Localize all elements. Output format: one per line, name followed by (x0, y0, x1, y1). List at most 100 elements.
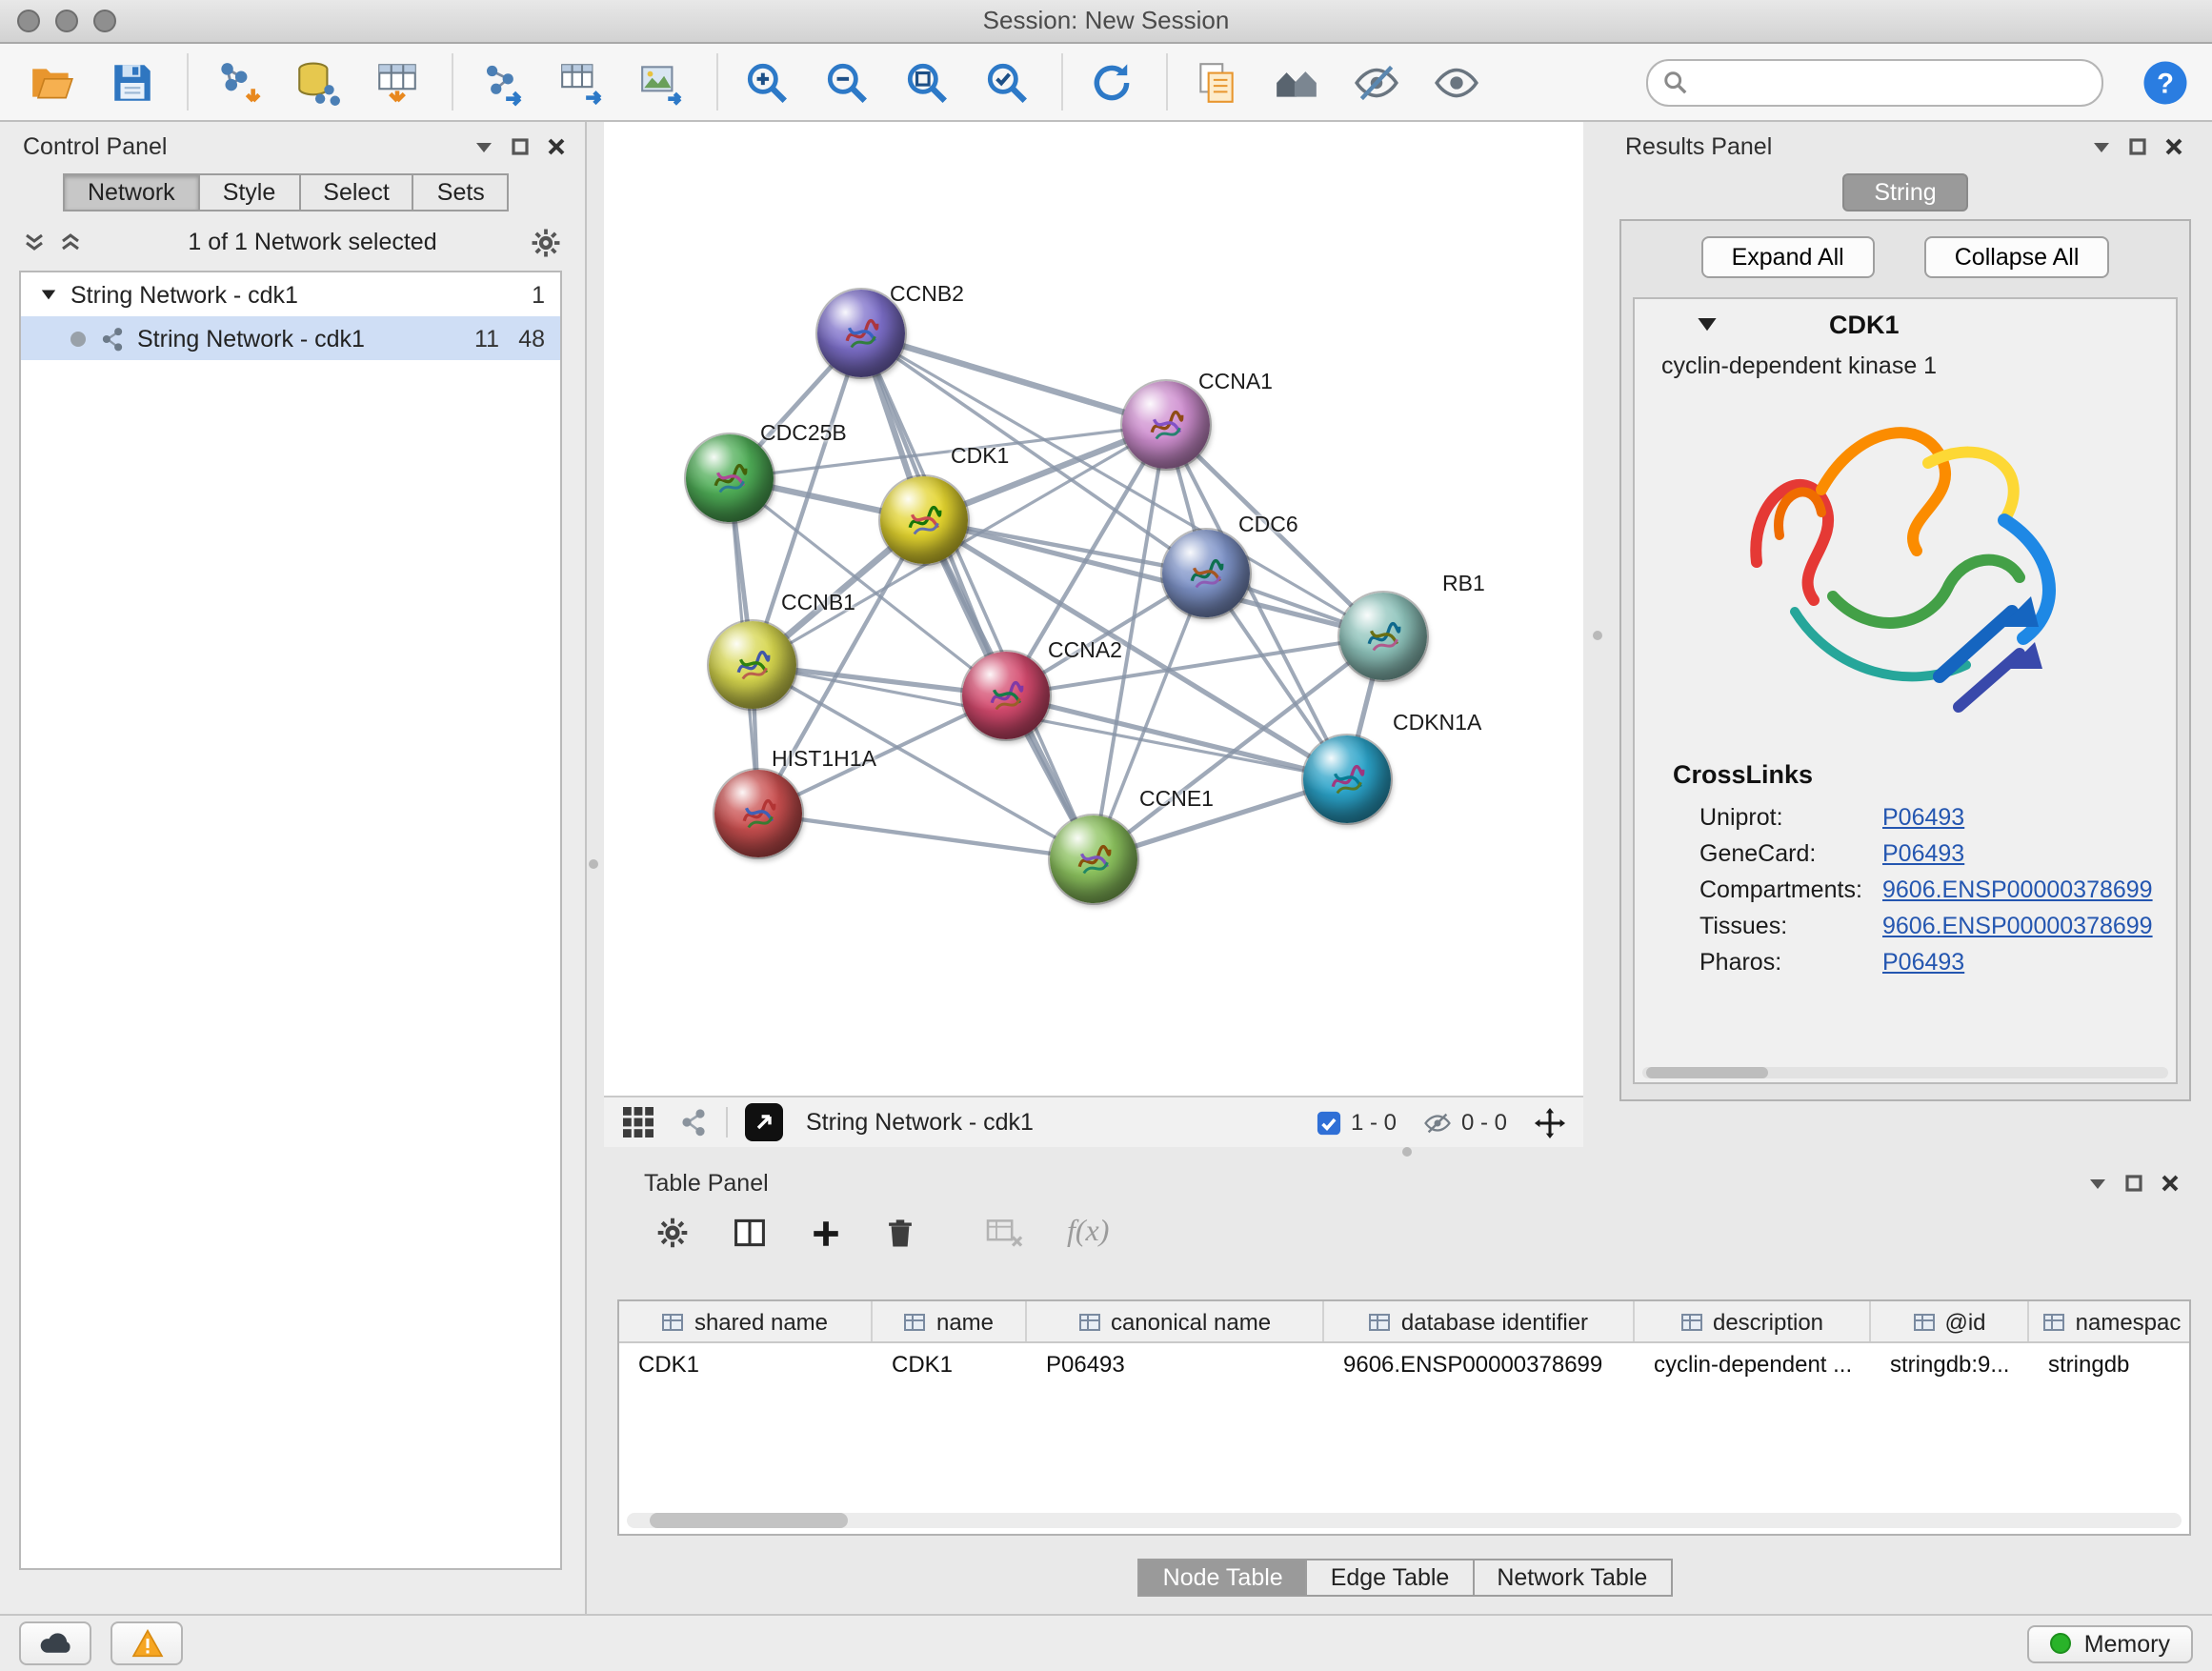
expand-all-icon[interactable] (59, 231, 82, 253)
tree-caret-icon[interactable] (40, 286, 57, 303)
network-edge-ccna2-cdkn1a[interactable] (1006, 695, 1347, 779)
memory-button[interactable]: Memory (2027, 1624, 2193, 1662)
tab-node-table[interactable]: Node Table (1138, 1559, 1308, 1597)
crosslink-link[interactable]: P06493 (1882, 948, 1964, 975)
table-cell[interactable]: stringdb (2029, 1351, 2191, 1378)
import-network-file-icon[interactable] (208, 53, 265, 111)
export-image-icon[interactable] (633, 53, 690, 111)
show-all-icon[interactable] (1427, 53, 1484, 111)
column-header-description[interactable]: description (1635, 1301, 1871, 1341)
network-edge-ccnb2-ccna1[interactable] (861, 333, 1166, 425)
cloud-button[interactable] (19, 1621, 91, 1665)
zoom-out-icon[interactable] (817, 53, 875, 111)
results-horizontal-scrollbar[interactable] (1642, 1067, 2168, 1078)
open-session-icon[interactable] (23, 53, 80, 111)
tab-string[interactable]: String (1841, 172, 1968, 211)
maximize-window-button[interactable] (93, 10, 116, 32)
hide-selected-icon[interactable] (1347, 53, 1404, 111)
float-panel-icon[interactable] (511, 137, 530, 156)
copy-icon[interactable] (1187, 53, 1244, 111)
network-node-ccnb1[interactable] (709, 621, 796, 709)
table-row[interactable]: CDK1CDK1P064939606.ENSP00000378699cyclin… (619, 1343, 2189, 1385)
column-header-shared-name[interactable]: shared name (619, 1301, 873, 1341)
birdseye-view-button[interactable] (745, 1103, 783, 1141)
table-cell[interactable]: P06493 (1027, 1351, 1324, 1378)
network-node-cdkn1a[interactable] (1303, 735, 1391, 823)
refresh-icon[interactable] (1082, 53, 1139, 111)
tab-select[interactable]: Select (298, 173, 414, 211)
gear-icon[interactable] (530, 226, 562, 258)
crosslink-link[interactable]: P06493 (1882, 803, 1964, 830)
float-panel-icon[interactable] (2124, 1174, 2143, 1193)
table-horizontal-scrollbar[interactable] (627, 1513, 2182, 1528)
table-cell[interactable]: CDK1 (619, 1351, 873, 1378)
tab-sets[interactable]: Sets (412, 173, 510, 211)
search-input[interactable] (1698, 62, 2086, 102)
float-panel-icon[interactable] (2128, 137, 2147, 156)
import-table-file-icon[interactable] (368, 53, 425, 111)
add-column-icon[interactable] (810, 1217, 842, 1249)
close-window-button[interactable] (17, 10, 40, 32)
import-network-database-icon[interactable] (288, 53, 345, 111)
network-edge-ccne1-hist1h1a[interactable] (758, 814, 1094, 859)
bottom-splitter-handle[interactable] (1402, 1147, 1412, 1157)
column-header-namespac[interactable]: namespac (2029, 1301, 2191, 1341)
network-node-cdc6[interactable] (1162, 530, 1250, 617)
network-row[interactable]: String Network - cdk1 11 48 (21, 316, 560, 360)
panel-menu-icon[interactable] (474, 137, 493, 156)
left-splitter-handle[interactable] (589, 859, 598, 869)
table-cell[interactable]: cyclin-dependent ... (1635, 1351, 1871, 1378)
collapse-all-button[interactable]: Collapse All (1924, 236, 2110, 278)
table-cell[interactable]: CDK1 (873, 1351, 1027, 1378)
collapse-section-icon[interactable] (1696, 312, 1719, 335)
network-node-rb1[interactable] (1339, 593, 1427, 680)
export-table-icon[interactable] (553, 53, 610, 111)
column-header-name[interactable]: name (873, 1301, 1027, 1341)
network-collection-row[interactable]: String Network - cdk1 1 (21, 272, 560, 316)
delete-column-icon[interactable] (884, 1216, 916, 1250)
save-session-icon[interactable] (103, 53, 160, 111)
network-canvas[interactable]: CCNB2CCNA1CDC25BCDK1CDC6RB1CCNB1CCNA2CDK… (604, 122, 1583, 1096)
table-cell[interactable]: 9606.ENSP00000378699 (1324, 1351, 1635, 1378)
zoom-selected-icon[interactable] (977, 53, 1035, 111)
collapse-all-icon[interactable] (23, 231, 46, 253)
close-panel-icon[interactable] (2161, 1174, 2180, 1193)
network-node-ccna1[interactable] (1122, 381, 1210, 469)
grid-view-icon[interactable] (621, 1105, 655, 1139)
home-view-icon[interactable] (1267, 53, 1324, 111)
close-panel-icon[interactable] (2164, 137, 2183, 156)
network-node-ccne1[interactable] (1050, 815, 1137, 903)
network-node-ccna2[interactable] (962, 652, 1050, 739)
warnings-button[interactable] (111, 1621, 183, 1665)
panel-menu-icon[interactable] (2092, 137, 2111, 156)
network-node-hist1h1a[interactable] (714, 770, 802, 857)
tab-network[interactable]: Network (63, 173, 200, 211)
crosslink-link[interactable]: 9606.ENSP00000378699 (1882, 912, 2153, 938)
crosslink-link[interactable]: 9606.ENSP00000378699 (1882, 876, 2153, 902)
network-node-cdk1[interactable] (880, 476, 968, 564)
table-settings-gear-icon[interactable] (655, 1216, 690, 1250)
zoom-in-icon[interactable] (737, 53, 794, 111)
tab-network-table[interactable]: Network Table (1472, 1559, 1672, 1597)
show-columns-icon[interactable] (732, 1216, 768, 1250)
column-header-canonical-name[interactable]: canonical name (1027, 1301, 1324, 1341)
close-panel-icon[interactable] (547, 137, 566, 156)
expand-all-button[interactable]: Expand All (1701, 236, 1875, 278)
table-cell[interactable]: stringdb:9... (1871, 1351, 2029, 1378)
selected-checkbox-icon[interactable] (1317, 1110, 1341, 1135)
minimize-window-button[interactable] (55, 10, 78, 32)
column-header--id[interactable]: @id (1871, 1301, 2029, 1341)
zoom-fit-icon[interactable] (897, 53, 955, 111)
export-network-icon[interactable] (473, 53, 530, 111)
crosslink-link[interactable]: P06493 (1882, 839, 1964, 866)
right-splitter-handle[interactable] (1593, 631, 1602, 640)
pan-move-icon[interactable] (1534, 1106, 1566, 1138)
network-node-cdc25b[interactable] (686, 434, 774, 522)
tab-style[interactable]: Style (198, 173, 301, 211)
hidden-eye-icon[interactable] (1423, 1110, 1452, 1135)
help-icon[interactable]: ? (2142, 58, 2189, 106)
column-header-database-identifier[interactable]: database identifier (1324, 1301, 1635, 1341)
share-network-icon[interactable] (678, 1107, 709, 1137)
panel-menu-icon[interactable] (2088, 1174, 2107, 1193)
tab-edge-table[interactable]: Edge Table (1306, 1559, 1475, 1597)
